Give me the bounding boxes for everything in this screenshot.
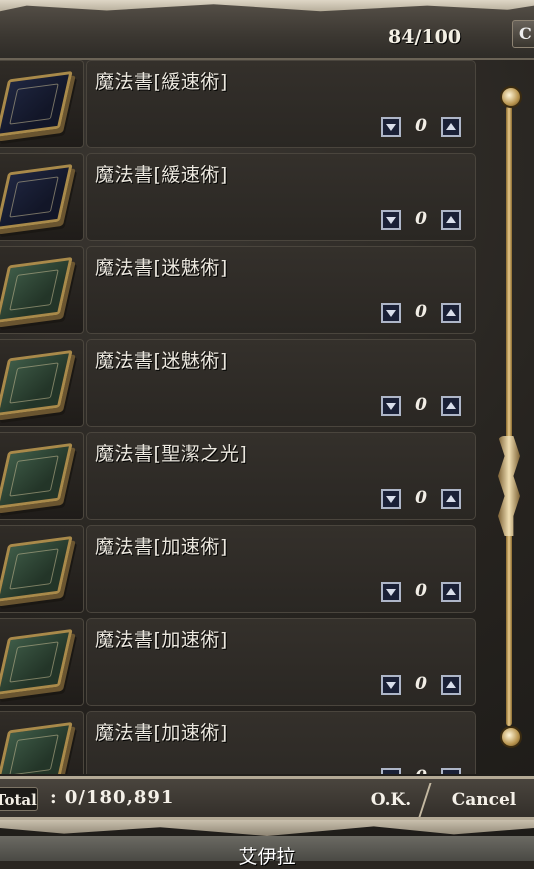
item-panel: 魔法書[緩速術] 0	[86, 153, 476, 241]
list-item[interactable]: 魔法書[緩速術] 0	[0, 151, 480, 241]
item-name: 魔法書[加速術]	[95, 629, 228, 651]
list-item[interactable]: 魔法書[緩速術] 0	[0, 58, 480, 148]
item-panel: 魔法書[加速術] 0	[86, 711, 476, 774]
quantity-value: 0	[415, 488, 427, 508]
item-icon-slot[interactable]	[0, 339, 84, 427]
item-name: 魔法書[加速術]	[95, 536, 228, 558]
list-item[interactable]: 魔法書[聖潔之光] 0	[0, 430, 480, 520]
quantity-value: 0	[415, 581, 427, 601]
quantity-stepper: 0	[381, 488, 471, 511]
window-header: 84/100 C	[0, 0, 534, 60]
item-name: 魔法書[加速術]	[95, 722, 228, 744]
scroll-down-knob[interactable]	[500, 726, 522, 748]
list-item[interactable]: 魔法書[加速術] 0	[0, 616, 480, 706]
item-name: 魔法書[聖潔之光]	[95, 443, 248, 465]
increase-button[interactable]	[441, 768, 461, 774]
spellbook-icon	[0, 70, 73, 138]
item-name: 魔法書[緩速術]	[95, 71, 228, 93]
decrease-button[interactable]	[381, 489, 401, 509]
increase-button[interactable]	[441, 582, 461, 602]
decrease-button[interactable]	[381, 303, 401, 323]
item-icon-slot[interactable]	[0, 60, 84, 148]
total-value: : 0/180,891	[50, 787, 175, 808]
quantity-stepper: 0	[381, 674, 471, 697]
spellbook-icon	[0, 535, 73, 603]
quantity-stepper: 0	[381, 581, 471, 604]
decrease-button[interactable]	[381, 675, 401, 695]
item-panel: 魔法書[加速術] 0	[86, 525, 476, 613]
quantity-stepper: 0	[381, 302, 471, 325]
scrollbar-rail	[506, 106, 512, 726]
list-item[interactable]: 魔法書[迷魅術] 0	[0, 337, 480, 427]
scrollbar-thumb[interactable]	[498, 436, 520, 536]
item-icon-slot[interactable]	[0, 711, 84, 774]
quantity-value: 0	[415, 674, 427, 694]
increase-button[interactable]	[441, 489, 461, 509]
item-panel: 魔法書[迷魅術] 0	[86, 246, 476, 334]
item-panel: 魔法書[聖潔之光] 0	[86, 432, 476, 520]
item-panel: 魔法書[加速術] 0	[86, 618, 476, 706]
list-item[interactable]: 魔法書[加速術] 0	[0, 709, 480, 774]
item-icon-slot[interactable]	[0, 525, 84, 613]
quantity-stepper: 0	[381, 767, 471, 774]
item-list: 魔法書[緩速術] 0 魔法書[緩速術] 0 魔法書[迷魅術] 0 魔法書[迷魅術…	[0, 58, 480, 774]
decrease-button[interactable]	[381, 396, 401, 416]
item-name: 魔法書[緩速術]	[95, 164, 228, 186]
item-panel: 魔法書[迷魅術] 0	[86, 339, 476, 427]
scrollbar[interactable]	[498, 86, 522, 748]
quantity-stepper: 0	[381, 395, 471, 418]
spellbook-icon	[0, 256, 73, 324]
item-panel: 魔法書[緩速術] 0	[86, 60, 476, 148]
increase-button[interactable]	[441, 396, 461, 416]
item-icon-slot[interactable]	[0, 618, 84, 706]
scroll-up-knob[interactable]	[500, 86, 522, 108]
cancel-button[interactable]: Cancel	[436, 785, 532, 815]
decrease-button[interactable]	[381, 768, 401, 774]
spellbook-icon	[0, 442, 73, 510]
close-button[interactable]: C	[512, 20, 534, 48]
item-count: 84/100	[388, 26, 462, 48]
quantity-value: 0	[415, 116, 427, 136]
quantity-value: 0	[415, 395, 427, 415]
item-name: 魔法書[迷魅術]	[95, 257, 228, 279]
item-icon-slot[interactable]	[0, 432, 84, 520]
spellbook-icon	[0, 349, 73, 417]
list-item[interactable]: 魔法書[加速術] 0	[0, 523, 480, 613]
item-icon-slot[interactable]	[0, 246, 84, 334]
decrease-button[interactable]	[381, 117, 401, 137]
ok-button[interactable]: O.K.	[356, 785, 426, 815]
stone-border-top	[0, 0, 534, 12]
total-label: Total	[0, 787, 38, 811]
quantity-value: 0	[415, 209, 427, 229]
quantity-stepper: 0	[381, 116, 471, 139]
spellbook-icon	[0, 721, 73, 774]
quantity-stepper: 0	[381, 209, 471, 232]
item-icon-slot[interactable]	[0, 153, 84, 241]
window-footer: Total : 0/180,891 O.K. Cancel	[0, 776, 534, 820]
increase-button[interactable]	[441, 303, 461, 323]
decrease-button[interactable]	[381, 582, 401, 602]
npc-name-label: 艾伊拉	[238, 846, 296, 868]
increase-button[interactable]	[441, 117, 461, 137]
increase-button[interactable]	[441, 210, 461, 230]
decrease-button[interactable]	[381, 210, 401, 230]
spellbook-icon	[0, 163, 73, 231]
spellbook-icon	[0, 628, 73, 696]
quantity-value: 0	[415, 302, 427, 322]
item-name: 魔法書[迷魅術]	[95, 350, 228, 372]
quantity-value: 0	[409, 767, 433, 774]
list-item[interactable]: 魔法書[迷魅術] 0	[0, 244, 480, 334]
increase-button[interactable]	[441, 675, 461, 695]
